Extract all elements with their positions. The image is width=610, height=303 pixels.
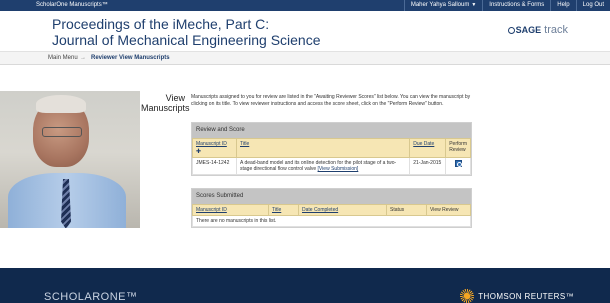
journal-header: Proceedings of the iMeche, Part C: Journ… (0, 11, 610, 51)
top-bar: ScholarOne Manuscripts™ Maher Yahya Sall… (0, 0, 610, 11)
thomson-reuters-text: THOMSON REUTERS™ (478, 291, 574, 301)
scores-table: Manuscript ID Title Date Completed Statu… (192, 204, 471, 227)
table-row: There are no manuscripts in this list. (192, 215, 471, 227)
user-name: Maher Yahya Salloum (410, 2, 470, 8)
col-status: Status (386, 204, 427, 216)
row-manuscript-id: JMES-14-1242 (192, 157, 237, 175)
col-manuscript-id[interactable]: Manuscript ID ✚ (192, 138, 237, 158)
scores-table-header: Manuscript ID Title Date Completed Statu… (192, 204, 471, 216)
scores-panel-title: Scores Submitted (192, 189, 471, 204)
review-table-header: Manuscript ID ✚ Title Due Date Perform R… (192, 138, 471, 158)
reviewer-photo (0, 91, 140, 228)
col-manuscript-id[interactable]: Manuscript ID (192, 204, 269, 216)
table-row: JMES-14-1242 A dead-band model and its o… (192, 157, 471, 175)
journal-title-line1: Proceedings of the iMeche, Part C: (52, 16, 270, 32)
user-menu[interactable]: Maher Yahya Salloum ▼ (403, 0, 482, 11)
scores-col-manuscript-id-link[interactable]: Manuscript ID (196, 207, 227, 213)
track-logo-text: track (544, 24, 568, 36)
help-link[interactable]: Help (550, 0, 575, 11)
perform-review-icon[interactable] (454, 160, 462, 167)
review-and-score-panel: Review and Score Manuscript ID ✚ Title D… (191, 122, 472, 176)
empty-message: There are no manuscripts in this list. (192, 215, 471, 227)
sage-logo-text: SAGE (515, 25, 542, 35)
photo-glasses (42, 127, 82, 137)
view-submission-link[interactable]: [View Submission] (318, 166, 359, 172)
scores-submitted-panel: Scores Submitted Manuscript ID Title Dat… (191, 188, 472, 228)
review-table: Manuscript ID ✚ Title Due Date Perform R… (192, 138, 471, 175)
log-out-link[interactable]: Log Out (575, 0, 610, 11)
page-title-line1: View (165, 93, 185, 103)
breadcrumb: Main Menu → Reviewer View Manuscripts (0, 51, 610, 65)
col-title-link[interactable]: Title (240, 141, 249, 147)
sort-arrow-icon[interactable]: ✚ (196, 148, 233, 155)
breadcrumb-current[interactable]: Reviewer View Manuscripts (91, 55, 170, 61)
instructions-forms-link[interactable]: Instructions & Forms (482, 0, 550, 11)
journal-title[interactable]: Proceedings of the iMeche, Part C: Journ… (52, 16, 321, 48)
col-title[interactable]: Title (235, 138, 411, 158)
row-perform-review (445, 157, 471, 175)
col-view-review: View Review (426, 204, 471, 216)
chevron-down-icon: ▼ (471, 2, 477, 8)
col-manuscript-id-link[interactable]: Manuscript ID (196, 141, 227, 147)
breadcrumb-arrow-icon: → (80, 55, 86, 61)
review-panel-title: Review and Score (192, 123, 471, 138)
photo-hair (36, 95, 86, 113)
col-title[interactable]: Title (268, 204, 299, 216)
footer: SCHOLARONE™ THOMSON REUTERS™ (0, 268, 610, 303)
breadcrumb-main-menu[interactable]: Main Menu (48, 55, 78, 61)
intro-text: Manuscripts assigned to you for review a… (191, 94, 471, 107)
col-date-completed[interactable]: Date Completed (298, 204, 387, 216)
thomson-reuters-icon (460, 289, 475, 303)
sage-swirl-icon (507, 26, 515, 34)
col-perform-review: Perform Review (445, 138, 471, 158)
thomson-reuters-logo: THOMSON REUTERS™ (460, 289, 574, 303)
row-due-date: 21-Jan-2015 (409, 157, 447, 175)
scores-col-title-link[interactable]: Title (272, 207, 281, 213)
sage-track-logo: SAGE track (507, 24, 568, 36)
top-menu: Maher Yahya Salloum ▼ Instructions & Form… (403, 0, 610, 11)
scholarone-brand: ScholarOne Manuscripts™ (36, 2, 108, 8)
journal-title-line2: Journal of Mechanical Engineering Scienc… (52, 32, 321, 48)
scores-col-date-completed-link[interactable]: Date Completed (302, 207, 338, 213)
col-due-date[interactable]: Due Date (409, 138, 447, 158)
col-due-date-link[interactable]: Due Date (413, 141, 434, 147)
scholarone-logo: SCHOLARONE™ (44, 291, 138, 303)
row-title: A dead-band model and its online detecti… (235, 157, 411, 175)
page-title-line2: Manuscripts (141, 103, 190, 113)
page-title: View Manuscripts (141, 93, 190, 113)
